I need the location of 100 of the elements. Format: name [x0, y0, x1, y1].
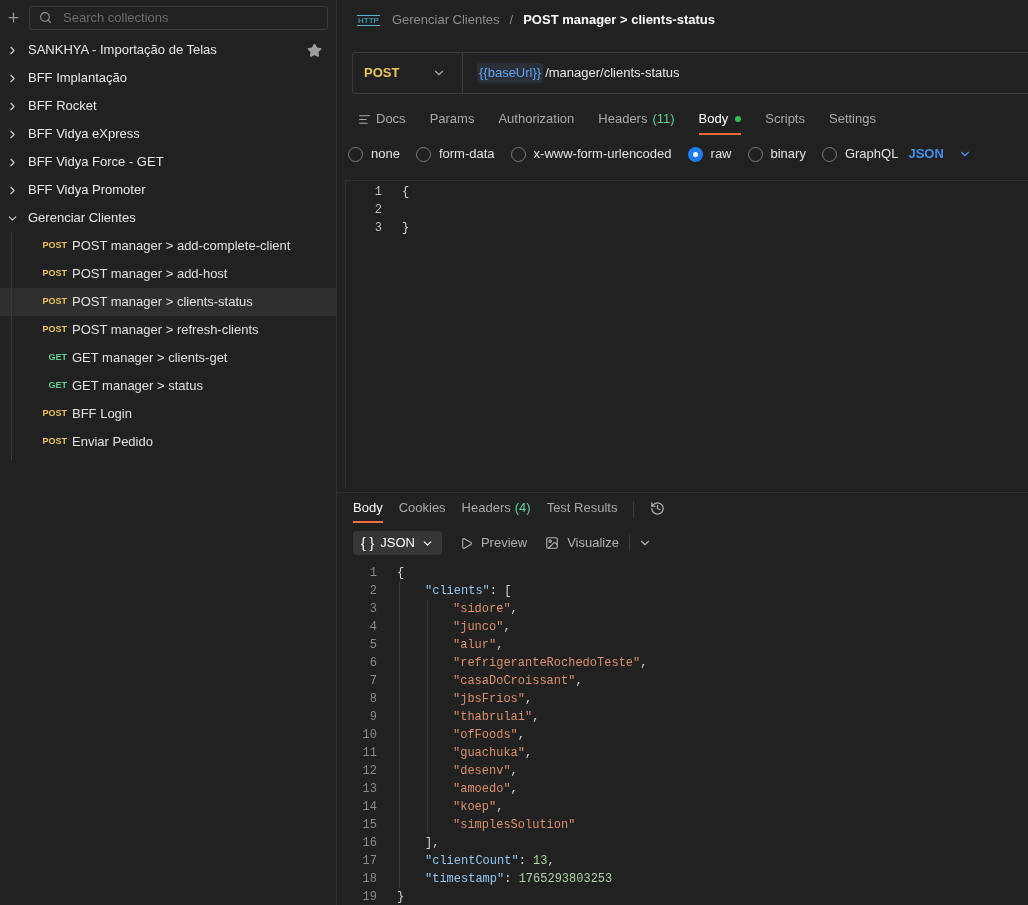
format-dropdown[interactable]: JSON [908, 144, 972, 164]
request-name: POST manager > clients-status [72, 293, 253, 312]
body-editor[interactable]: 1 { 2 3 } [345, 180, 1028, 487]
code-token: } [397, 889, 405, 905]
code-token: , [640, 655, 648, 672]
code-token: "thabrulai" [453, 709, 533, 726]
code-token: "guachuka" [453, 745, 525, 762]
method-label: POST [41, 323, 68, 337]
preview-button[interactable]: Preview [459, 533, 528, 553]
url-path: /manager/clients-status [545, 64, 680, 83]
request-tab[interactable]: Scripts [765, 105, 805, 135]
method-label: GET [47, 379, 68, 393]
line-number: 6 [368, 655, 377, 672]
radio-label[interactable]: GraphQL [844, 144, 899, 164]
url-variable: {{baseUrl}} [477, 63, 544, 83]
method-label: GET [47, 351, 68, 365]
radio-label[interactable]: binary [770, 144, 806, 164]
collection-item[interactable]: BFF Vidya eXpress [0, 120, 336, 148]
request-item[interactable]: POST POST manager > clients-status [0, 288, 336, 316]
request-item[interactable]: POST POST manager > refresh-clients [0, 316, 336, 344]
line-number: 8 [368, 691, 377, 708]
radio-label[interactable]: x-www-form-urlencoded [533, 144, 672, 164]
code-token: ], [425, 835, 440, 852]
request-item[interactable]: POST POST manager > add-host [0, 260, 336, 288]
code-token: "jbsFrios" [453, 691, 525, 708]
line-number: 3 [373, 220, 382, 237]
request-tab[interactable]: Authorization [498, 105, 575, 135]
line-number: 16 [361, 835, 377, 852]
radio-label[interactable]: raw [710, 144, 732, 164]
request-tab[interactable]: Params [429, 105, 475, 135]
collection-item[interactable]: SANKHYA - Importação de Telas [0, 36, 336, 64]
code-token: , [532, 709, 540, 726]
breadcrumb-link[interactable]: Gerenciar Clientes [391, 10, 500, 30]
search-icon [39, 10, 52, 24]
request-item[interactable]: POST Enviar Pedido [0, 428, 336, 456]
response-tab[interactable]: Body [353, 495, 383, 523]
line-number: 11 [361, 745, 377, 762]
add-icon[interactable] [6, 10, 21, 25]
method-dropdown[interactable]: POST [353, 53, 463, 93]
code-token: "casaDoCroissant" [453, 673, 576, 690]
code-token: 1765293803253 [518, 871, 613, 888]
request-item[interactable]: POST BFF Login [0, 400, 336, 428]
code-token: "sidore" [453, 601, 511, 618]
request-item[interactable]: POST POST manager > add-complete-client [0, 232, 336, 260]
code-token: , [496, 637, 504, 654]
play-icon [459, 536, 473, 550]
code-token: , [517, 727, 525, 744]
code-token: "junco" [453, 619, 504, 636]
request-item[interactable]: GET GET manager > clients-get [0, 344, 336, 372]
search-field[interactable]: Search collections [29, 5, 328, 30]
code-token: , [510, 601, 518, 618]
code-token: , [510, 781, 518, 798]
line-number: 2 [373, 202, 382, 219]
request-tab[interactable]: Headers (11) [598, 105, 675, 135]
code-token: : [518, 853, 527, 870]
response-tab[interactable]: Test Results [546, 495, 618, 523]
url-field[interactable]: {{baseUrl}} /manager/clients-status [463, 63, 680, 83]
code-token: , [510, 763, 518, 780]
request-name: GET manager > status [72, 377, 203, 396]
code-token: : [504, 871, 513, 888]
response-tab[interactable]: Headers (4) [461, 495, 531, 523]
code-token: , [575, 673, 583, 690]
breadcrumb-separator: / [509, 11, 514, 30]
code-token: "timestamp" [425, 871, 505, 888]
line-number: 3 [368, 601, 377, 618]
response-tab[interactable]: Cookies [398, 495, 446, 523]
visualize-button[interactable]: Visualize [545, 533, 619, 553]
line-number: 2 [368, 583, 377, 600]
code-token: , [525, 691, 533, 708]
star-icon[interactable] [307, 42, 322, 58]
request-tab[interactable]: Docs [358, 105, 406, 135]
request-item[interactable]: GET GET manager > status [0, 372, 336, 400]
code-token: "alur" [453, 637, 497, 654]
radio-label[interactable]: form-data [438, 144, 495, 164]
collection-item[interactable]: Gerenciar Clientes [0, 204, 336, 232]
line-number: 1 [373, 184, 382, 201]
line-number: 19 [361, 889, 377, 905]
request-title: POST manager > clients-status [523, 11, 715, 30]
radio-button[interactable] [687, 146, 703, 162]
code-token: "ofFoods" [453, 727, 518, 744]
collection-item[interactable]: BFF Vidya Force - GET [0, 148, 336, 176]
history-icon[interactable] [650, 501, 666, 516]
format-dropdown[interactable]: { } JSON [353, 531, 442, 555]
line-number: 18 [361, 871, 377, 888]
collection-item[interactable]: BFF Vidya Promoter [0, 176, 336, 204]
code-token: "desenv" [453, 763, 511, 780]
collection-item[interactable]: BFF Implantação [0, 64, 336, 92]
request-tab[interactable]: Body [698, 105, 742, 135]
code-token: : [ [489, 583, 512, 600]
code-token: { [402, 184, 410, 201]
radio-label[interactable]: none [371, 144, 400, 164]
code-token: { [397, 565, 405, 582]
collection-item[interactable]: BFF Rocket [0, 92, 336, 120]
request-tab[interactable]: Settings [829, 105, 876, 135]
request-name: POST manager > refresh-clients [72, 321, 259, 340]
method-label: POST [41, 295, 68, 309]
code-token: } [402, 220, 410, 237]
request-name: BFF Login [72, 405, 132, 424]
code-token: "amoedo" [453, 781, 511, 798]
code-token: , [503, 619, 511, 636]
